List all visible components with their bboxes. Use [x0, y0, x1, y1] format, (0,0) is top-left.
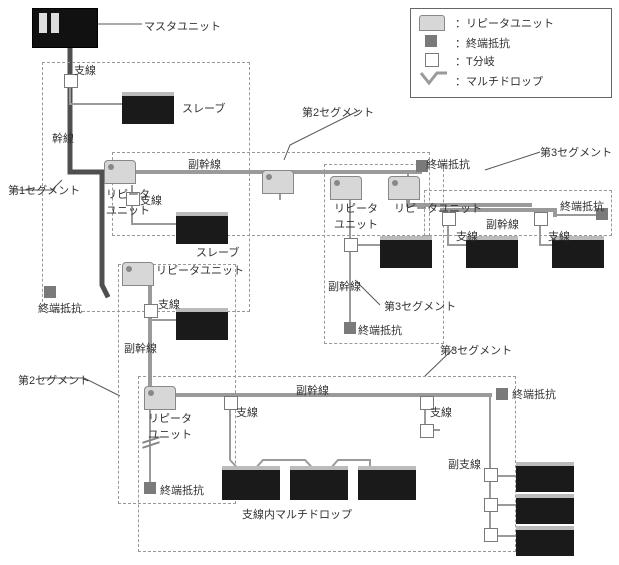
- branch-label-7: 支線: [430, 404, 452, 420]
- tbranch-12: [484, 528, 498, 542]
- terminator-1: [44, 286, 56, 298]
- slave-md1: [222, 466, 280, 500]
- segment2a-label: 第2セグメント: [302, 104, 374, 120]
- slave-branch3: [516, 526, 574, 556]
- tbranch-9: [420, 424, 434, 438]
- terminator-label-2: 終端抵抗: [560, 198, 604, 214]
- slave-3: [380, 236, 432, 268]
- repeater-label-5: リピータ ユニット: [148, 410, 192, 442]
- branch-label-1: 支線: [74, 62, 96, 78]
- branch-label-2: 支線: [140, 192, 162, 208]
- subtrunk-label-2: 副幹線: [486, 216, 519, 232]
- repeater-label-2: リピータ ユニット: [334, 200, 378, 232]
- repeater-2: [262, 170, 294, 194]
- repeater-5: [122, 262, 154, 286]
- subtrunk-label-5: 副幹線: [296, 382, 329, 398]
- legend-multidrop-label: ：マルチドロップ: [455, 73, 543, 89]
- multidrop-in-branch-label: 支線内マルチドロップ: [242, 506, 352, 522]
- subtrunk-label-3: 副幹線: [328, 278, 361, 294]
- legend-repeater-label: ：リピータユニット: [455, 15, 554, 31]
- branch-label-4: 支線: [548, 228, 570, 244]
- subbranch-label: 副支線: [448, 456, 481, 472]
- tbranch-3: [344, 238, 358, 252]
- slave-label-1: スレーブ: [182, 100, 225, 116]
- branch-label-3: 支線: [456, 228, 478, 244]
- segment3a-label: 第3セグメント: [384, 298, 456, 314]
- legend-repeater-icon: [419, 15, 445, 31]
- repeater-1: [104, 160, 136, 184]
- segment3b-label: 第3セグメント: [540, 144, 612, 160]
- tbranch-10: [484, 468, 498, 482]
- subtrunk-label-1: 副幹線: [188, 156, 221, 172]
- slave-md2: [290, 466, 348, 500]
- legend-terminator-icon: [425, 35, 437, 47]
- legend-terminator-label: ：終端抵抗: [455, 35, 510, 51]
- legend-box: ：リピータユニット ：終端抵抗 ：T分岐 ：マルチドロップ: [410, 8, 612, 98]
- repeater-4: [388, 176, 420, 200]
- slave-branch1: [516, 462, 574, 492]
- terminator-5: [144, 482, 156, 494]
- trunk-label: 幹線: [52, 130, 74, 146]
- tbranch-6: [144, 304, 158, 318]
- terminator-6: [496, 388, 508, 400]
- branch-label-5: 支線: [158, 296, 180, 312]
- master-unit-label: マスタユニット: [144, 18, 221, 34]
- slave-6: [176, 308, 228, 340]
- terminator-label-6: 終端抵抗: [160, 482, 204, 498]
- segment2b-label: 第2セグメント: [18, 372, 90, 388]
- master-unit: [32, 8, 98, 48]
- branch-label-6: 支線: [236, 404, 258, 420]
- terminator-3: [344, 322, 356, 334]
- segment1-label: 第1セグメント: [8, 182, 80, 198]
- repeater-label-4: リピータユニット: [156, 262, 244, 278]
- terminator-label-5: 終端抵抗: [512, 386, 556, 402]
- subtrunk-label-4: 副幹線: [124, 340, 157, 356]
- repeater-3: [330, 176, 362, 200]
- tbranch-5: [534, 212, 548, 226]
- tbranch-11: [484, 498, 498, 512]
- terminator-label-3: 終端抵抗: [358, 322, 402, 338]
- slave-label-2: スレーブ: [196, 244, 239, 260]
- terminator-label-4: 終端抵抗: [38, 300, 82, 316]
- repeater-6: [144, 386, 176, 410]
- legend-tbranch-icon: [425, 53, 439, 67]
- legend-tbranch-label: ：T分岐: [455, 53, 495, 69]
- terminator-label-1: 終端抵抗: [426, 156, 470, 172]
- segment3c-label: 第3セグメント: [440, 342, 512, 358]
- slave-md3: [358, 466, 416, 500]
- legend-multidrop-icon: [419, 71, 449, 87]
- repeater-label-3: リピータユニット: [394, 200, 482, 216]
- slave-branch2: [516, 494, 574, 524]
- slave-1: [122, 92, 174, 124]
- slave-2: [176, 212, 228, 244]
